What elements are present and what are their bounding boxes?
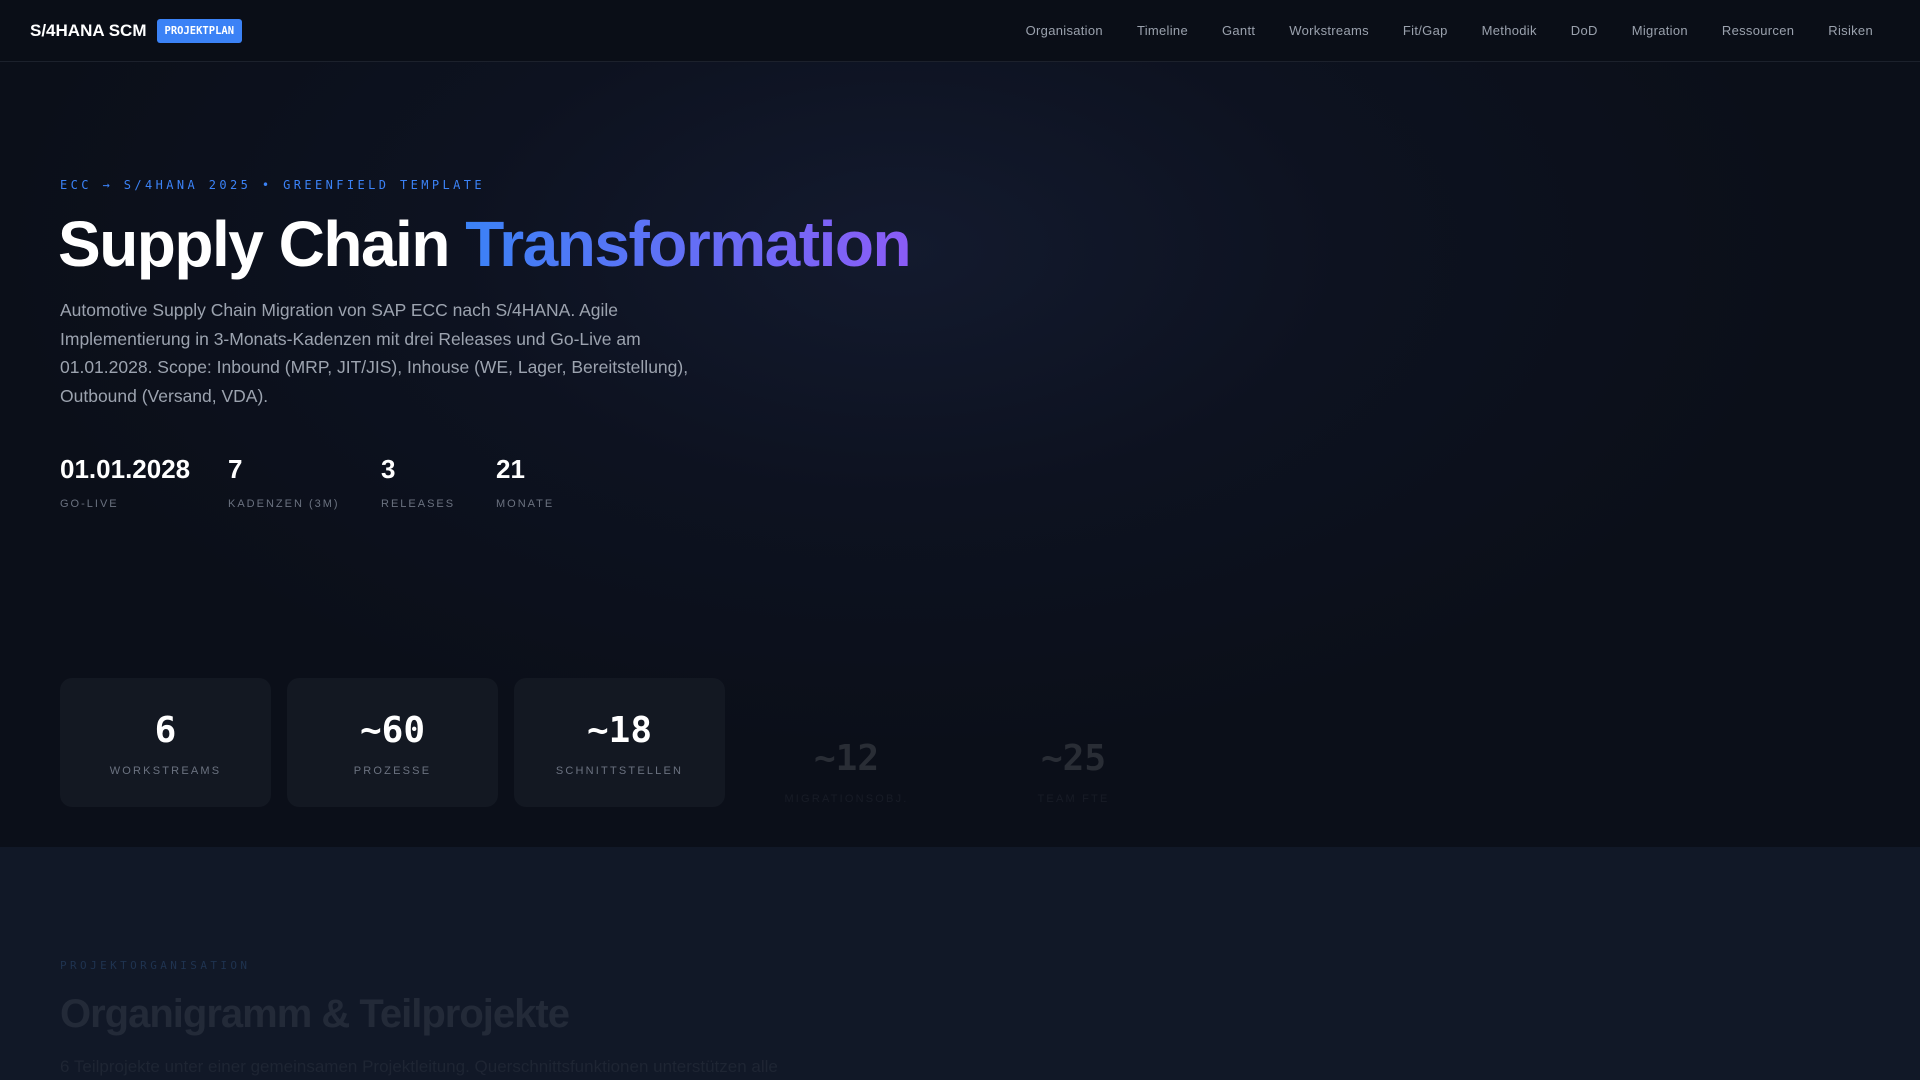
nav-link-gantt[interactable]: Gantt <box>1205 23 1272 38</box>
metric-value: ~60 <box>359 710 426 751</box>
stat-value: 7 <box>228 454 243 484</box>
projektplan-badge: PROJEKTPLAN <box>156 18 243 43</box>
hero-title: Supply Chain Transformation <box>58 207 912 281</box>
metric-card-migrationsobjekte: ~12 MIGRATIONSOBJ. <box>741 706 952 835</box>
metric-label: PROZESSE <box>353 765 432 777</box>
organisation-section: PROJEKTORGANISATION Organigramm & Teilpr… <box>0 847 1920 1080</box>
nav-link-organisation[interactable]: Organisation <box>1009 23 1120 38</box>
nav-link-methodik[interactable]: Methodik <box>1465 23 1554 38</box>
stat-value: 3 <box>381 454 396 484</box>
hero-description: Automotive Supply Chain Migration von SA… <box>60 300 689 407</box>
metric-label: SCHNITTSTELLEN <box>555 765 684 777</box>
stat-go-live: 01.01.2028 GO-LIVE <box>60 454 190 510</box>
hero-title-accent: Transformation <box>465 208 911 280</box>
stat-label: MONATE <box>496 498 555 510</box>
nav-links: Organisation Timeline Gantt Workstreams … <box>1009 23 1890 38</box>
nav-link-migration[interactable]: Migration <box>1615 23 1705 38</box>
metric-value: ~25 <box>1040 738 1107 779</box>
metric-label: TEAM FTE <box>1037 793 1110 805</box>
metric-value: 6 <box>154 710 177 751</box>
hero-eyebrow: ECC → S/4HANA 2025 • GREENFIELD TEMPLATE <box>60 178 485 192</box>
hero-title-main: Supply Chain <box>58 208 466 280</box>
metric-card-team-fte: ~25 TEAM FTE <box>968 706 1179 835</box>
section-description: 6 Teilprojekte unter einer gemeinsamen P… <box>60 1057 778 1076</box>
nav-link-dod[interactable]: DoD <box>1554 23 1615 38</box>
top-navbar: S/4HANA SCM PROJEKTPLAN Organisation Tim… <box>0 0 1920 62</box>
stat-label: KADENZEN (3M) <box>228 498 340 510</box>
stat-monate: 21 MONATE <box>496 454 554 510</box>
hero-section: ECC → S/4HANA 2025 • GREENFIELD TEMPLATE… <box>0 0 1920 847</box>
metric-card-prozesse: ~60 PROZESSE <box>287 678 498 807</box>
nav-link-ressourcen[interactable]: Ressourcen <box>1705 23 1811 38</box>
section-title: Organigramm & Teilprojekte <box>60 992 570 1036</box>
stat-value: 01.01.2028 <box>60 454 191 484</box>
metric-label: MIGRATIONSOBJ. <box>784 793 909 805</box>
app-logo[interactable]: S/4HANA SCM <box>30 21 147 41</box>
stat-value: 21 <box>496 454 525 484</box>
nav-link-timeline[interactable]: Timeline <box>1120 23 1205 38</box>
metric-label: WORKSTREAMS <box>109 765 222 777</box>
metric-value: ~18 <box>586 710 653 751</box>
nav-link-risiken[interactable]: Risiken <box>1811 23 1890 38</box>
metric-card-schnittstellen: ~18 SCHNITTSTELLEN <box>514 678 725 807</box>
stat-label: GO-LIVE <box>60 498 119 510</box>
stat-label: RELEASES <box>381 498 456 510</box>
section-eyebrow: PROJEKTORGANISATION <box>60 959 251 972</box>
stat-releases: 3 RELEASES <box>381 454 455 510</box>
metric-value: ~12 <box>813 738 880 779</box>
nav-link-workstreams[interactable]: Workstreams <box>1272 23 1386 38</box>
stat-kadenzen: 7 KADENZEN (3M) <box>228 454 340 510</box>
metric-card-workstreams: 6 WORKSTREAMS <box>60 678 271 807</box>
nav-link-fit-gap[interactable]: Fit/Gap <box>1386 23 1465 38</box>
